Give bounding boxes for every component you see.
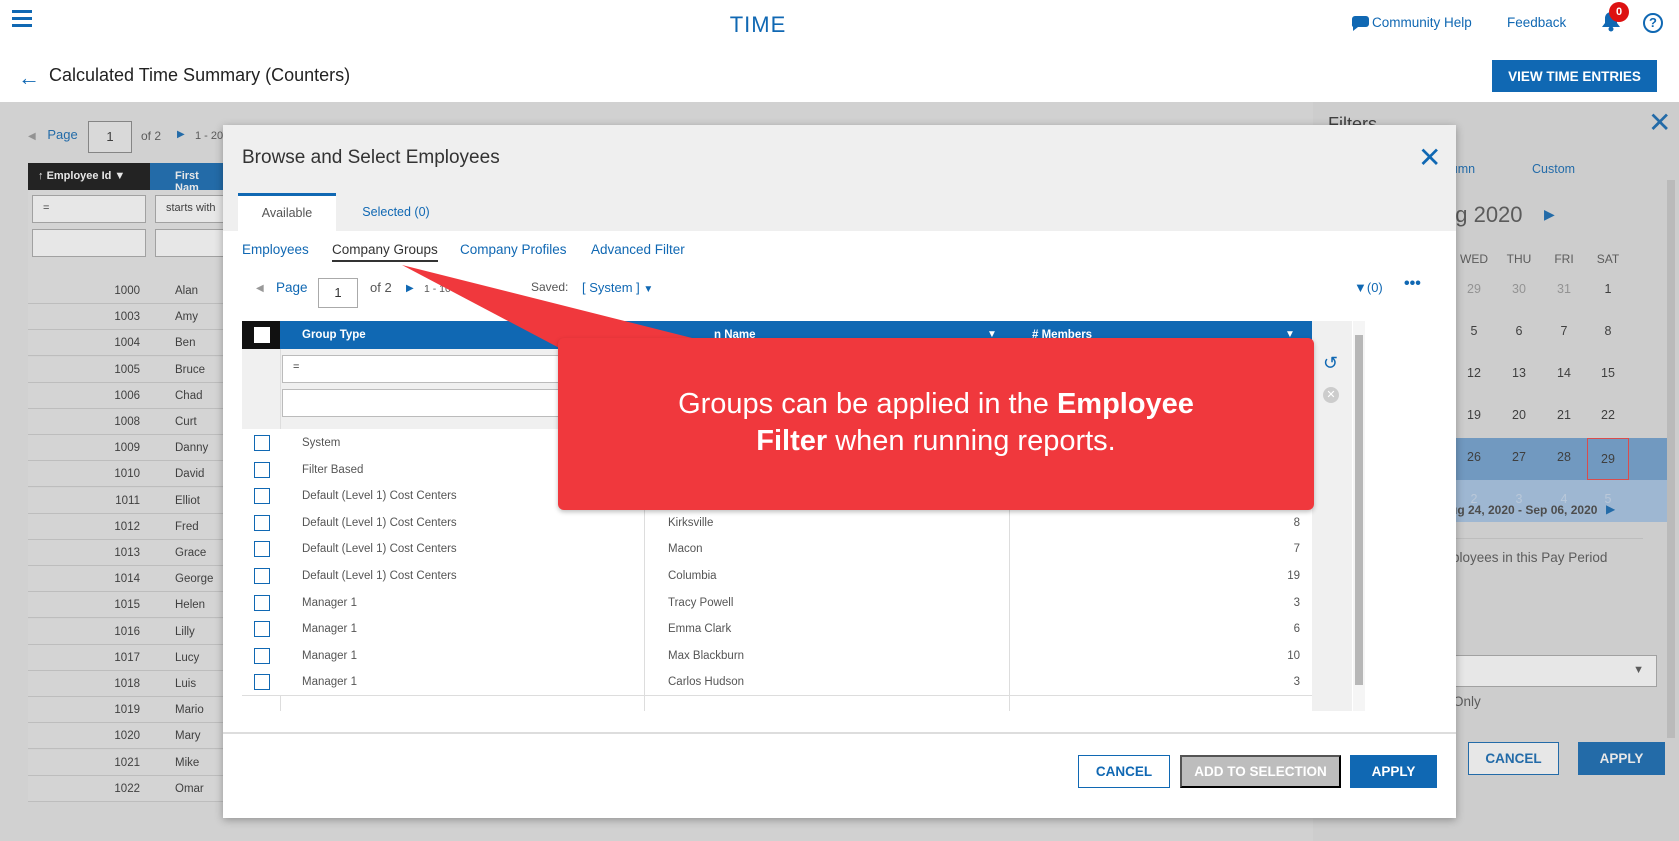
- callout-text-part1: Groups can be applied in the: [678, 388, 1057, 420]
- callout-text-bold2: Filter: [756, 425, 828, 457]
- callout-box: Groups can be applied in the Employee Fi…: [558, 338, 1314, 510]
- callout-text: Groups can be applied in the Employee Fi…: [558, 386, 1314, 460]
- callout-text-bold1: Employee: [1056, 388, 1194, 420]
- callout-text-part2: when running reports.: [827, 425, 1116, 457]
